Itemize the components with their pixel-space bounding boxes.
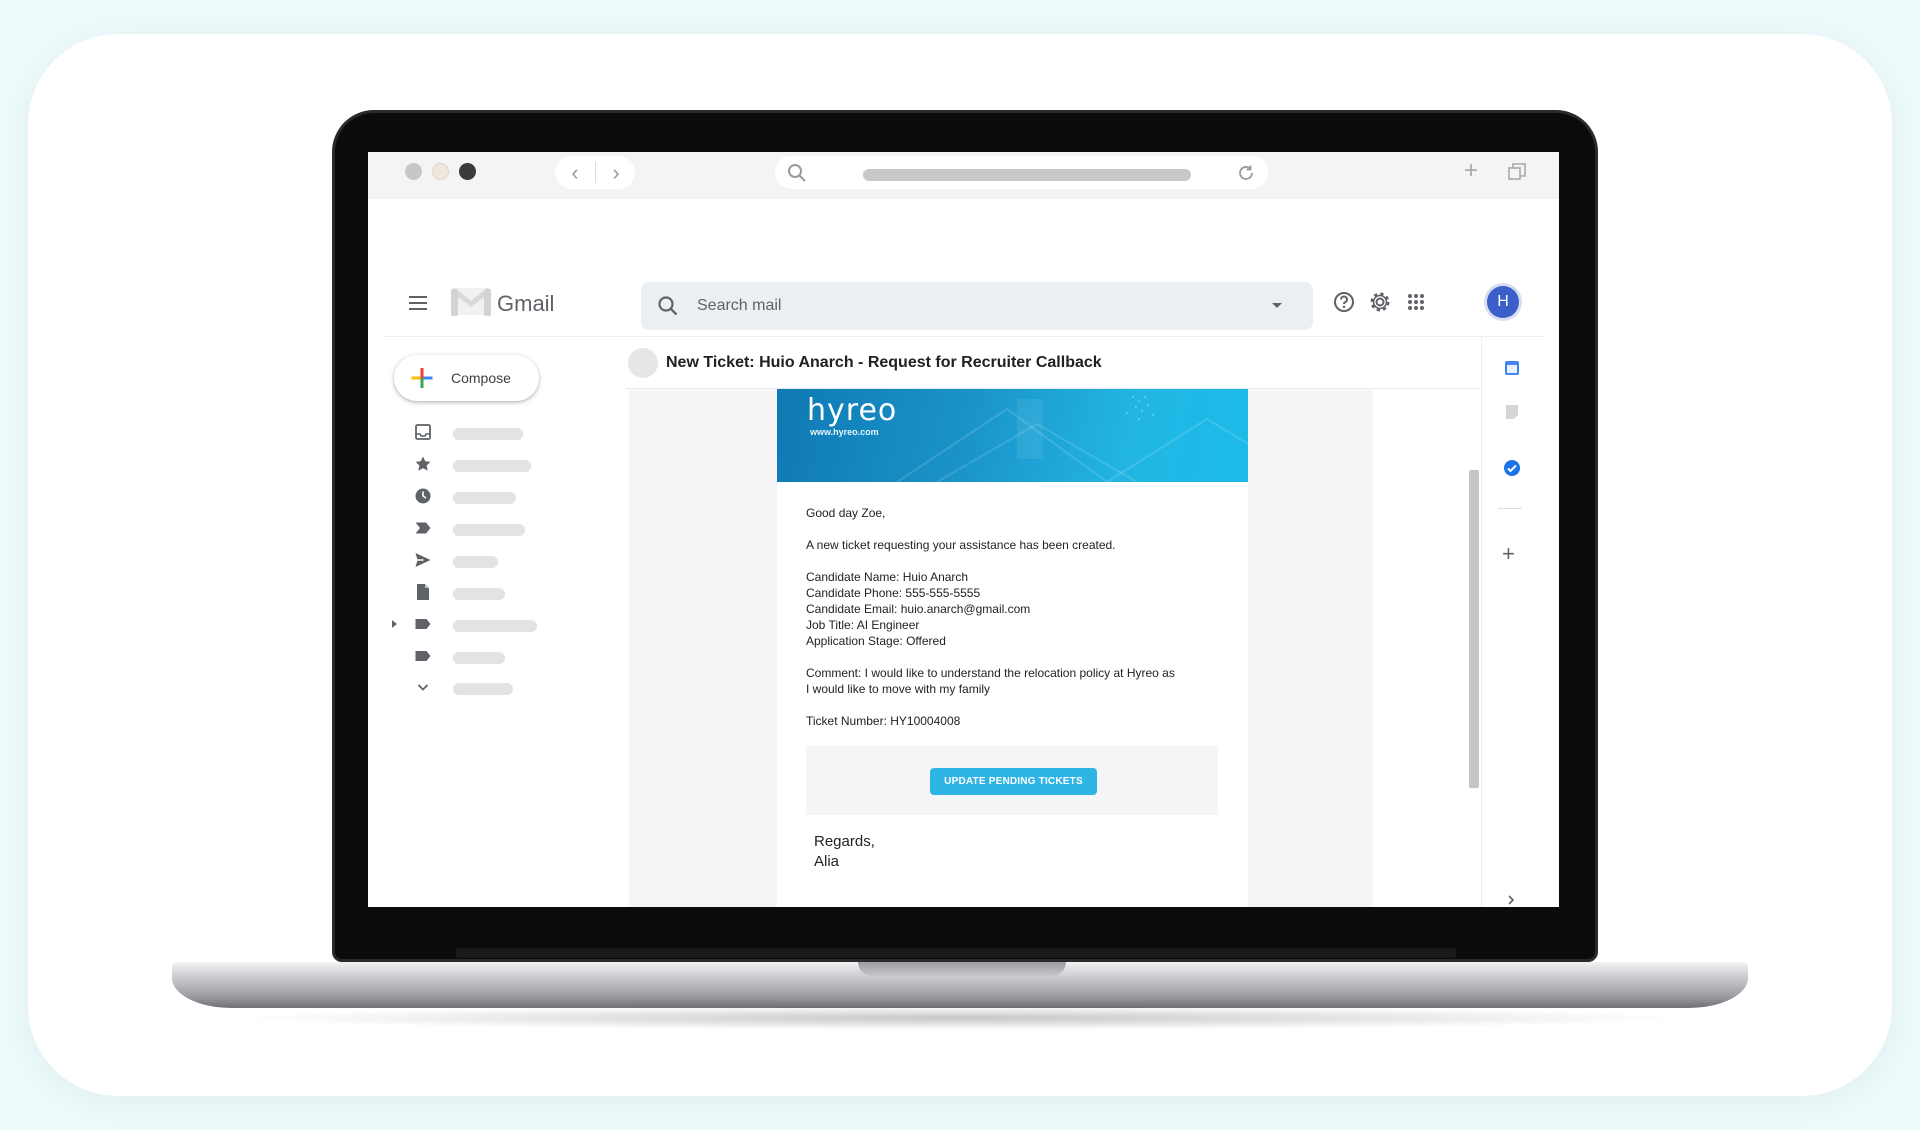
greeting: Good day Zoe, (806, 506, 886, 520)
draft-icon (417, 584, 429, 600)
calendar-icon[interactable] (1502, 358, 1522, 378)
laptop-hinge (456, 948, 1456, 958)
sidebar-item-starred[interactable] (408, 451, 608, 477)
chevron-right-icon[interactable] (1506, 894, 1516, 906)
sidebar-item-more[interactable] (408, 674, 608, 700)
browser-nav-buttons: ‹ › (555, 156, 635, 189)
sidebar-label-placeholder (453, 620, 537, 632)
email-subject: New Ticket: Huio Anarch - Request for Re… (666, 354, 1102, 371)
main-menu-icon[interactable] (409, 296, 427, 310)
signature-name: Alia (814, 853, 840, 870)
sidebar-item-snoozed[interactable] (408, 483, 608, 509)
regards-text: Regards, (814, 833, 875, 850)
label-icon (415, 619, 431, 629)
apps-grid-icon[interactable] (1402, 288, 1430, 316)
reload-icon[interactable] (1237, 164, 1255, 182)
account-avatar[interactable]: H (1487, 286, 1519, 318)
gmail-top-space (384, 199, 1544, 274)
keep-notes-icon[interactable] (1502, 402, 1522, 422)
email-subject-row: New Ticket: Huio Anarch - Request for Re… (626, 342, 1481, 388)
candidate-name: Candidate Name: Huio Anarch (806, 570, 969, 584)
inbox-icon (415, 424, 431, 440)
brand-url: www.hyreo.com (810, 427, 879, 437)
candidate-phone: Candidate Phone: 555-555-5555 (806, 586, 981, 600)
help-icon[interactable] (1330, 288, 1358, 316)
sidebar-label-placeholder (453, 460, 531, 472)
compose-plus-icon (411, 368, 433, 388)
job-title: Job Title: AI Engineer (806, 618, 920, 632)
browser-toolbar: ‹ › + (368, 152, 1559, 199)
cta-panel: UPDATE PENDING TICKETS (806, 746, 1218, 815)
tasks-icon[interactable] (1502, 458, 1522, 478)
window-minimize-dot[interactable] (432, 163, 449, 180)
window-close-dot[interactable] (405, 163, 422, 180)
comment-line-2: I would like to move with my family (806, 682, 991, 696)
star-icon (415, 456, 431, 471)
send-icon (415, 553, 431, 567)
laptop-shadow (230, 1006, 1690, 1030)
sidebar-item-inbox[interactable] (408, 419, 608, 445)
search-icon (788, 164, 806, 182)
sidebar-label-placeholder (453, 556, 498, 568)
sidebar-label-placeholder (453, 492, 516, 504)
clock-icon (415, 488, 431, 504)
sender-avatar (628, 348, 658, 378)
ticket-number: Ticket Number: HY10004008 (806, 714, 961, 728)
sidebar-item-important[interactable] (408, 515, 608, 541)
comment-line-1: Comment: I would like to understand the … (806, 666, 1175, 680)
important-icon (415, 522, 431, 534)
forward-icon[interactable]: › (596, 159, 636, 186)
tabs-icon[interactable] (1508, 163, 1526, 181)
search-icon[interactable] (657, 295, 679, 317)
label-icon (415, 651, 431, 661)
candidate-email: Candidate Email: huio.anarch@gmail.com (806, 602, 1031, 616)
expand-arrow-icon[interactable] (392, 620, 398, 628)
sidebar-label-placeholder (453, 683, 513, 695)
sidebar-label-placeholder (453, 652, 505, 664)
new-tab-icon[interactable]: + (1464, 159, 1478, 183)
sidebar-item-drafts[interactable] (408, 579, 608, 605)
laptop-notch (858, 962, 1066, 976)
email-banner: hyreo www.hyreo.com (777, 389, 1248, 482)
search-options-icon[interactable] (1271, 301, 1283, 311)
window-maximize-dot[interactable] (459, 163, 476, 180)
sidebar-label-placeholder (453, 524, 525, 536)
settings-gear-icon[interactable] (1366, 288, 1394, 316)
gmail-header: Gmail H (384, 274, 1544, 336)
scrollbar-thumb[interactable] (1469, 470, 1479, 788)
email-body: hyreo www.hyreo.com Good day Zoe, A new … (777, 389, 1248, 907)
intro-text: A new ticket requesting your assistance … (806, 538, 1116, 552)
search-input[interactable] (697, 295, 1257, 317)
sidebar-label-placeholder (453, 588, 505, 600)
chevron-down-icon (417, 684, 429, 691)
brand-logo-text: hyreo (807, 393, 898, 428)
address-bar[interactable] (775, 156, 1268, 189)
application-stage: Application Stage: Offered (806, 634, 946, 648)
header-divider (384, 336, 1544, 337)
back-icon[interactable]: ‹ (555, 159, 595, 186)
sidebar-item-label-1[interactable] (392, 611, 608, 637)
sidebar-label-placeholder (453, 428, 523, 440)
laptop-screen: ‹ › + Gmail Search mail H Compose New Ti… (368, 152, 1559, 907)
side-panel: + (1481, 336, 1544, 907)
url-placeholder-bar (863, 169, 1191, 181)
rail-divider (1498, 508, 1522, 509)
gmail-logo-icon[interactable] (451, 286, 491, 316)
update-pending-tickets-button[interactable]: UPDATE PENDING TICKETS (930, 768, 1097, 795)
add-addon-icon[interactable]: + (1502, 543, 1515, 565)
gmail-title: Gmail (497, 291, 555, 316)
compose-label: Compose (451, 370, 511, 386)
sidebar-item-sent[interactable] (408, 547, 608, 573)
search-bar (641, 282, 1313, 330)
sidebar-item-label-2[interactable] (408, 643, 608, 669)
compose-button[interactable]: Compose (394, 355, 539, 401)
